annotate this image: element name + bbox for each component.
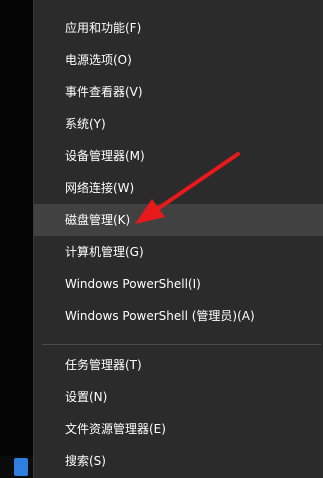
menu-item-windows-powershell[interactable]: Windows PowerShell(I)	[34, 268, 323, 300]
menu-item-device-manager[interactable]: 设备管理器(M)	[34, 140, 323, 172]
menu-item-windows-powershell-admin[interactable]: Windows PowerShell (管理员)(A)	[34, 300, 323, 332]
menu-item-computer-management[interactable]: 计算机管理(G)	[34, 236, 323, 268]
menu-group-system: 应用和功能(F) 电源选项(O) 事件查看器(V) 系统(Y) 设备管理器(M)…	[34, 0, 323, 332]
menu-group-shell: 任务管理器(T) 设置(N) 文件资源管理器(E) 搜索(S)	[34, 345, 323, 477]
menu-item-network-connections[interactable]: 网络连接(W)	[34, 172, 323, 204]
menu-item-apps-and-features[interactable]: 应用和功能(F)	[34, 12, 323, 44]
taskbar	[0, 456, 33, 478]
menu-item-settings[interactable]: 设置(N)	[34, 381, 323, 413]
menu-item-system[interactable]: 系统(Y)	[34, 108, 323, 140]
menu-item-file-explorer[interactable]: 文件资源管理器(E)	[34, 413, 323, 445]
menu-item-event-viewer[interactable]: 事件查看器(V)	[34, 76, 323, 108]
menu-item-task-manager[interactable]: 任务管理器(T)	[34, 349, 323, 381]
menu-item-power-options[interactable]: 电源选项(O)	[34, 44, 323, 76]
menu-item-search[interactable]: 搜索(S)	[34, 445, 323, 477]
menu-item-disk-management[interactable]: 磁盘管理(K)	[34, 204, 323, 236]
winx-context-menu: 应用和功能(F) 电源选项(O) 事件查看器(V) 系统(Y) 设备管理器(M)…	[33, 0, 323, 478]
screen: 应用和功能(F) 电源选项(O) 事件查看器(V) 系统(Y) 设备管理器(M)…	[0, 0, 323, 478]
taskbar-app-icon[interactable]	[14, 458, 28, 476]
desktop-background	[0, 0, 33, 478]
